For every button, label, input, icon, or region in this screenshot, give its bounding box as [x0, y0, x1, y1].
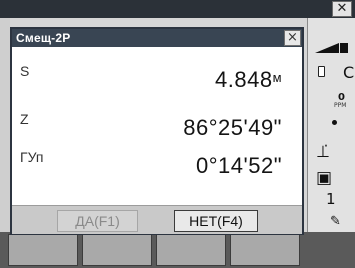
row-value: 0°14'52" — [196, 153, 282, 178]
battery-icon — [340, 43, 348, 53]
no-button[interactable]: НЕТ(F4) — [174, 210, 258, 232]
softkey-tile[interactable] — [8, 234, 78, 266]
camera-icon[interactable]: ▣ — [316, 168, 332, 188]
row-label: S — [20, 63, 30, 79]
softkey-tile[interactable] — [230, 234, 300, 266]
count-value: 1 — [326, 190, 336, 208]
status-dot-icon — [332, 120, 337, 125]
pen-icon[interactable]: ✎ — [330, 214, 341, 229]
close-button[interactable]: × — [284, 30, 301, 46]
row-value: 4.848м — [215, 67, 282, 92]
softkey-tile[interactable] — [156, 234, 226, 266]
row-value: 86°25'49" — [183, 115, 282, 140]
dialog-footer: ДА(F1) НЕТ(F4) — [12, 205, 302, 234]
slot-value: C — [343, 63, 355, 82]
row-label: Z — [20, 111, 29, 127]
dialog-title: Смещ-2Р — [16, 31, 71, 45]
unit-label: м — [272, 70, 282, 85]
memory-slot-icon — [318, 66, 325, 77]
row-label: ГУп — [20, 149, 44, 165]
app-close-button[interactable]: ✕ — [332, 1, 352, 17]
measurement-row-horizontal-angle: ГУп 0°14'52" — [12, 149, 282, 189]
dialog-title-bar: Смещ-2Р × — [12, 29, 302, 47]
app-title-bar — [0, 0, 355, 18]
measurement-row-distance: S 4.848м — [12, 63, 282, 103]
app-left-frame — [0, 18, 10, 238]
softkey-tile[interactable] — [82, 234, 152, 266]
ppm-unit: PPM — [334, 102, 347, 109]
measurement-row-zenith: Z 86°25'49" — [12, 111, 282, 151]
yes-button[interactable]: ДА(F1) — [57, 210, 138, 232]
prism-icon[interactable]: ⊥̇ — [316, 142, 330, 161]
offset-dialog: Смещ-2Р × S 4.848м Z 86°25'49" ГУп 0°14'… — [10, 27, 304, 235]
